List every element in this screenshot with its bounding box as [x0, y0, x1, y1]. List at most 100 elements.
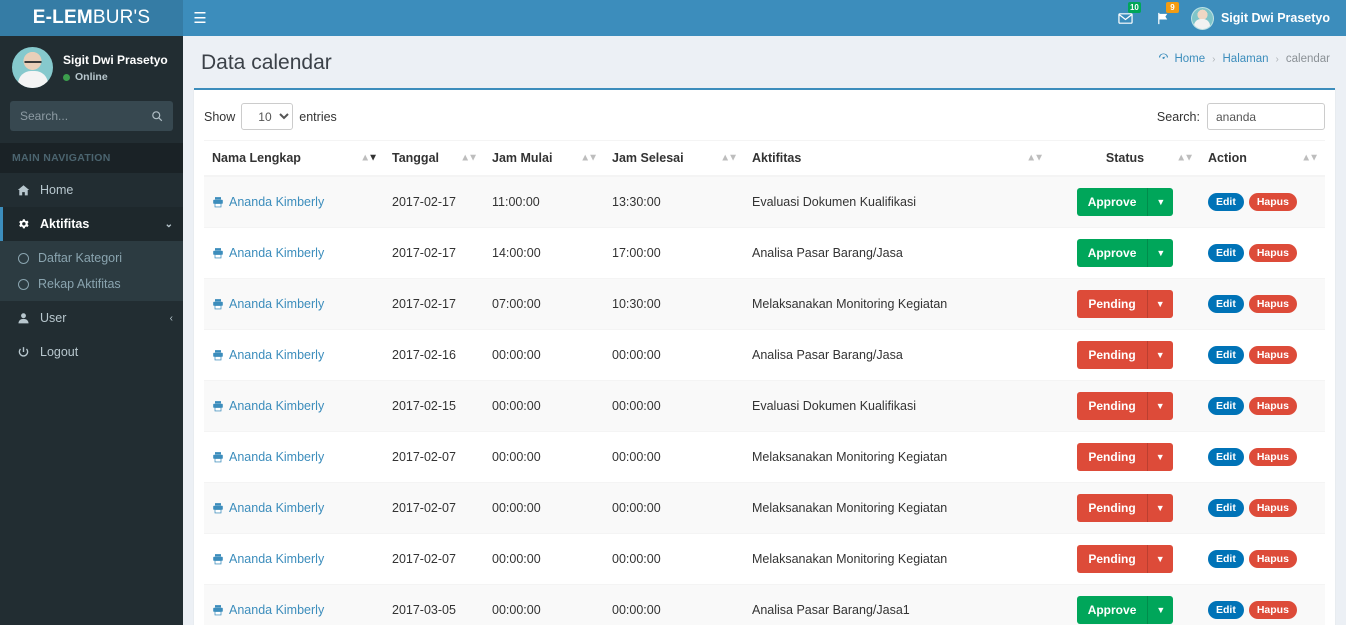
app-logo[interactable]: E-LEMBUR'S	[0, 0, 183, 36]
status-button[interactable]: Pending	[1077, 290, 1147, 318]
table-header-jam-selesai[interactable]: Jam Selesai ▲▼	[604, 140, 744, 177]
table-header-aktifitas[interactable]: Aktifitas ▲▼	[744, 140, 1050, 177]
cell-action: Edit Hapus	[1200, 431, 1325, 483]
print-icon[interactable]	[212, 451, 224, 463]
edit-button[interactable]: Edit	[1208, 499, 1244, 517]
status-dropdown-toggle[interactable]: ▼	[1146, 545, 1173, 573]
status-dropdown-toggle[interactable]: ▼	[1147, 188, 1174, 216]
delete-button[interactable]: Hapus	[1248, 499, 1297, 517]
notifications-menu-button[interactable]: 9	[1145, 0, 1183, 36]
sidebar-sublink-daftar-kategori[interactable]: Daftar Kategori	[0, 245, 183, 271]
search-icon[interactable]	[147, 101, 167, 131]
sidebar-item-user: User ‹	[0, 301, 183, 335]
breadcrumb-item-halaman[interactable]: Halaman	[1223, 53, 1269, 65]
status-dropdown-toggle[interactable]: ▼	[1146, 392, 1173, 420]
delete-button[interactable]: Hapus	[1248, 244, 1297, 262]
status-button[interactable]: Pending	[1077, 443, 1147, 471]
status-button[interactable]: Pending	[1077, 392, 1147, 420]
delete-button[interactable]: Hapus	[1248, 295, 1297, 313]
delete-button[interactable]: Hapus	[1248, 550, 1297, 568]
table-header-action[interactable]: Action ▲▼	[1200, 140, 1325, 177]
cell-tanggal: 2017-02-17	[384, 227, 484, 279]
delete-button[interactable]: Hapus	[1248, 193, 1297, 211]
status-button[interactable]: Approve	[1076, 596, 1148, 624]
nama-lengkap-link[interactable]: Ananda Kimberly	[229, 195, 324, 209]
status-button[interactable]: Approve	[1076, 239, 1148, 267]
sidebar-sublink-rekap-aktifitas[interactable]: Rekap Aktifitas	[0, 271, 183, 297]
status-dropdown-toggle[interactable]: ▼	[1146, 290, 1173, 318]
nama-lengkap-link[interactable]: Ananda Kimberly	[229, 501, 324, 515]
table-header-label: Aktifitas	[752, 151, 802, 165]
edit-button[interactable]: Edit	[1208, 601, 1244, 619]
logo-light: BUR'S	[92, 7, 151, 28]
messages-menu-button[interactable]: 10	[1107, 0, 1145, 36]
page-length-select[interactable]: 102550100	[241, 103, 294, 130]
cell-tanggal: 2017-02-17	[384, 175, 484, 228]
print-icon[interactable]	[212, 553, 224, 565]
nama-lengkap-link[interactable]: Ananda Kimberly	[229, 246, 324, 260]
sidebar-nav-header: MAIN NAVIGATION	[0, 143, 183, 173]
cell-action: Edit Hapus	[1200, 482, 1325, 534]
status-button[interactable]: Pending	[1077, 494, 1147, 522]
gears-icon	[16, 218, 31, 231]
edit-button[interactable]: Edit	[1208, 295, 1244, 313]
nama-lengkap-link[interactable]: Ananda Kimberly	[229, 552, 324, 566]
cell-jam-mulai: 00:00:00	[484, 380, 604, 432]
sidebar-link-logout[interactable]: Logout	[0, 335, 183, 369]
delete-button[interactable]: Hapus	[1248, 448, 1297, 466]
status-button[interactable]: Approve	[1076, 188, 1148, 216]
cell-jam-selesai: 10:30:00	[604, 278, 744, 330]
print-icon[interactable]	[212, 400, 224, 412]
delete-button[interactable]: Hapus	[1248, 397, 1297, 415]
cell-aktifitas: Analisa Pasar Barang/Jasa	[744, 227, 1050, 279]
sidebar-link-user[interactable]: User ‹	[0, 301, 183, 335]
edit-button[interactable]: Edit	[1208, 448, 1244, 466]
top-navbar: ☰ 10 9 Sigit Dwi Prasetyo	[183, 0, 1346, 36]
sidebar-toggle-button[interactable]: ☰	[183, 0, 217, 36]
caret-down-icon: ▼	[1156, 248, 1166, 258]
cell-nama-lengkap: Ananda Kimberly	[204, 175, 384, 228]
cell-action: Edit Hapus	[1200, 380, 1325, 432]
nama-lengkap-link[interactable]: Ananda Kimberly	[229, 297, 324, 311]
status-dropdown-toggle[interactable]: ▼	[1147, 596, 1174, 624]
status-dropdown-toggle[interactable]: ▼	[1146, 443, 1173, 471]
table-header-status[interactable]: Status ▲▼	[1050, 140, 1200, 177]
print-icon[interactable]	[212, 196, 224, 208]
table-search-input[interactable]	[1207, 103, 1325, 130]
caret-down-icon: ▼	[1155, 401, 1165, 411]
sidebar-link-home[interactable]: Home	[0, 173, 183, 207]
edit-button[interactable]: Edit	[1208, 193, 1244, 211]
print-icon[interactable]	[212, 604, 224, 616]
table-header-tanggal[interactable]: Tanggal ▲▼	[384, 140, 484, 177]
breadcrumb-item-home[interactable]: Home	[1158, 52, 1205, 66]
delete-button[interactable]: Hapus	[1248, 601, 1297, 619]
status-dropdown-toggle[interactable]: ▼	[1146, 341, 1173, 369]
print-icon[interactable]	[212, 502, 224, 514]
sidebar-link-aktifitas[interactable]: Aktifitas ⌄	[0, 207, 183, 241]
status-button[interactable]: Pending	[1077, 545, 1147, 573]
status-dropdown-toggle[interactable]: ▼	[1146, 494, 1173, 522]
nama-lengkap-link[interactable]: Ananda Kimberly	[229, 450, 324, 464]
print-icon[interactable]	[212, 247, 224, 259]
edit-button[interactable]: Edit	[1208, 244, 1244, 262]
table-header-jam-mulai[interactable]: Jam Mulai ▲▼	[484, 140, 604, 177]
print-icon[interactable]	[212, 349, 224, 361]
sidebar-user-panel[interactable]: Sigit Dwi Prasetyo Online	[0, 36, 183, 99]
status-button[interactable]: Pending	[1077, 341, 1147, 369]
edit-button[interactable]: Edit	[1208, 397, 1244, 415]
cell-status: Approve ▼	[1050, 584, 1200, 625]
delete-button[interactable]: Hapus	[1248, 346, 1297, 364]
nama-lengkap-link[interactable]: Ananda Kimberly	[229, 399, 324, 413]
print-icon[interactable]	[212, 298, 224, 310]
circle-o-icon	[18, 278, 29, 290]
table-header-nama-lengkap[interactable]: Nama Lengkap ▲▼	[204, 140, 384, 177]
status-dropdown-toggle[interactable]: ▼	[1147, 239, 1174, 267]
cell-action: Edit Hapus	[1200, 278, 1325, 330]
nama-lengkap-link[interactable]: Ananda Kimberly	[229, 603, 324, 617]
user-menu-button[interactable]: Sigit Dwi Prasetyo	[1183, 6, 1336, 30]
status-button-group: Approve ▼	[1076, 188, 1174, 216]
table-controls: Show 102550100 entries Search:	[204, 99, 1325, 140]
nama-lengkap-link[interactable]: Ananda Kimberly	[229, 348, 324, 362]
edit-button[interactable]: Edit	[1208, 346, 1244, 364]
edit-button[interactable]: Edit	[1208, 550, 1244, 568]
